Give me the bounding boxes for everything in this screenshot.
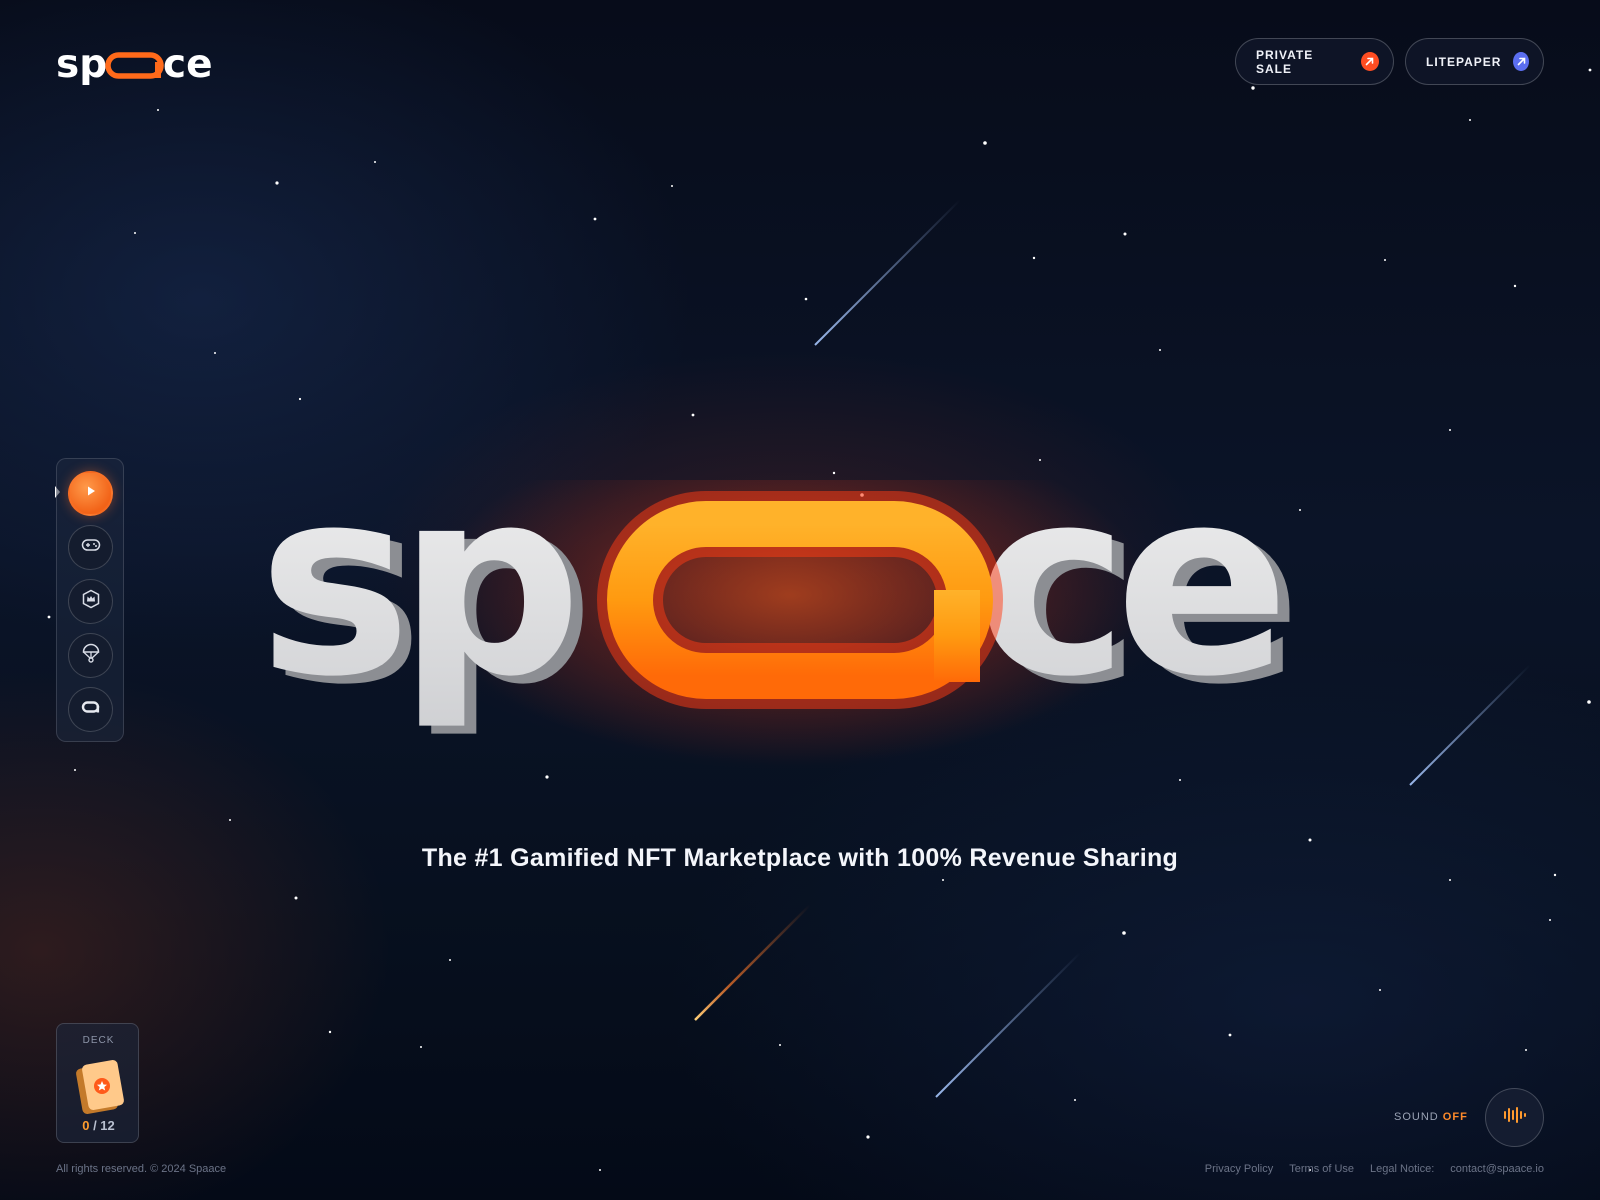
deck-count-total: / 12 xyxy=(93,1118,115,1133)
litepaper-button[interactable]: LITEPAPER xyxy=(1405,38,1544,85)
deck-label: DECK xyxy=(82,1035,115,1046)
sound-state: OFF xyxy=(1442,1111,1468,1123)
svg-text:sp: sp xyxy=(56,42,107,86)
nav-spaace-button[interactable] xyxy=(68,687,113,732)
crown-shield-icon xyxy=(82,589,100,614)
card-icon xyxy=(76,1060,124,1114)
nav-airdrop-button[interactable] xyxy=(68,633,113,678)
footer-links: Privacy Policy Terms of Use Legal Notice… xyxy=(1205,1163,1544,1175)
arrow-up-right-icon xyxy=(1513,52,1529,71)
contact-email-link[interactable]: contact@spaace.io xyxy=(1450,1163,1544,1175)
sound-toggle-button[interactable] xyxy=(1485,1088,1544,1147)
privacy-policy-link[interactable]: Privacy Policy xyxy=(1205,1163,1273,1175)
deck-count: 0 / 12 xyxy=(57,1118,140,1133)
parachute-icon xyxy=(82,643,100,668)
svg-text:ce: ce xyxy=(163,42,213,86)
play-icon xyxy=(84,484,98,503)
deck-widget[interactable]: DECK 0 / 12 xyxy=(56,1023,139,1143)
svg-text:sp: sp xyxy=(258,480,571,733)
nav-rewards-button[interactable] xyxy=(68,579,113,624)
terms-of-use-link[interactable]: Terms of Use xyxy=(1289,1163,1354,1175)
hero-tagline: The #1 Gamified NFT Marketplace with 100… xyxy=(421,844,1179,872)
nav-play-button[interactable] xyxy=(68,471,113,516)
copyright-text: All rights reserved. © 2024 Spaace xyxy=(56,1163,227,1175)
private-sale-label: PRIVATE SALE xyxy=(1256,47,1314,76)
sound-status: SOUND OFF xyxy=(1394,1111,1468,1123)
deck-count-current: 0 xyxy=(82,1118,90,1133)
spaace-a-icon xyxy=(81,700,101,719)
arrow-up-right-icon xyxy=(1360,52,1379,71)
svg-text:ce: ce xyxy=(976,480,1280,733)
side-navigation xyxy=(56,458,124,742)
sound-wave-icon xyxy=(1502,1107,1528,1128)
private-sale-button[interactable]: PRIVATE SALE xyxy=(1235,38,1394,85)
gamepad-icon xyxy=(81,538,101,557)
nav-games-button[interactable] xyxy=(68,525,113,570)
hero-wordmark: sp ce sp ce xyxy=(258,480,1306,765)
litepaper-label: LITEPAPER xyxy=(1426,54,1502,69)
legal-notice-link[interactable]: Legal Notice: xyxy=(1370,1163,1434,1175)
spaace-logo[interactable]: sp ce xyxy=(56,42,218,86)
sound-label: SOUND xyxy=(1394,1111,1439,1123)
